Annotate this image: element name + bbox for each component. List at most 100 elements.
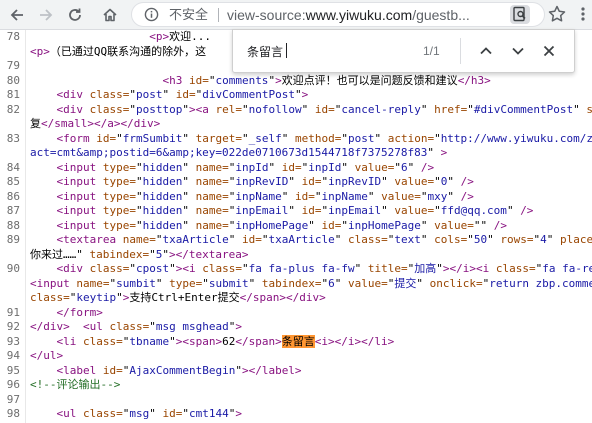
browser-toolbar: 不安全 view-source:www.yiwuku.com/guestb... (0, 0, 592, 30)
source-view[interactable]: 78 <p>欢迎... <p>（已通过QQ联系沟通的除外，这 79 80 <h3 id… (0, 30, 592, 423)
browser-menu-button[interactable] (574, 3, 592, 25)
find-next-button[interactable] (508, 41, 528, 61)
line-code: <li class="tbname"><span>62</span>条留言<i>… (56, 334, 395, 348)
line-code: <div class="cpost"><i class="fa fa-plus … (56, 262, 592, 275)
bookmark-button[interactable] (546, 3, 568, 25)
line-code: <p>欢迎... (149, 30, 211, 43)
find-previous-button[interactable] (476, 41, 496, 61)
line-number[interactable]: 98 (0, 407, 20, 422)
reload-icon (69, 8, 81, 21)
line-code: <h3 id="comments">欢迎点评！也可以是问题反馈和建议</h3> (162, 73, 491, 87)
url-text[interactable]: view-source:www.yiwuku.com/guestb... (227, 7, 470, 23)
line-number[interactable]: 92 (0, 320, 20, 335)
source-line: act=cmt&amp;postid=6&amp;key=022de071067… (0, 146, 592, 161)
line-code: <p>（已通过QQ联系沟通的除外，这 (30, 44, 207, 58)
address-bar[interactable]: 不安全 view-source:www.yiwuku.com/guestb... (131, 2, 545, 27)
security-label[interactable]: 不安全 (169, 7, 208, 23)
line-number[interactable]: 94 (0, 349, 20, 364)
line-code: act=cmt&amp;postid=6&amp;key=022de071067… (30, 146, 448, 159)
source-line: <input name="sumbit" type="submit" tabin… (0, 277, 592, 292)
source-line: 94 </ul> (0, 349, 592, 364)
chevron-up-icon (480, 47, 492, 55)
omnibox-divider (218, 8, 219, 22)
line-number[interactable]: 81 (0, 88, 20, 103)
more-vertical-icon (581, 7, 585, 21)
home-button[interactable] (98, 3, 122, 27)
line-number[interactable]: 82 (0, 103, 20, 118)
line-number[interactable]: 93 (0, 335, 20, 350)
line-number[interactable]: 85 (0, 175, 20, 190)
close-icon (543, 45, 555, 57)
source-line: 83 <form id="frmSumbit" target="_self" m… (0, 132, 592, 147)
text-caret (286, 43, 287, 58)
reload-button[interactable] (63, 3, 87, 27)
line-number[interactable]: 83 (0, 132, 20, 147)
source-line: 82 <div class="posttop"><a rel="nofollow… (0, 103, 592, 118)
line-number[interactable]: 80 (0, 74, 20, 89)
line-code: <input type="hidden" name="inpName" id="… (56, 189, 474, 203)
line-number[interactable]: 87 (0, 204, 20, 219)
source-line: 95 <label id="AjaxCommentBegin"></label> (0, 364, 592, 379)
source-line: 85 <input type="hidden" name="inpRevID" … (0, 175, 592, 190)
find-icon (513, 6, 526, 22)
line-code: <div class="post" id="divCommentPost"> (56, 88, 309, 101)
line-number[interactable]: 90 (0, 262, 20, 277)
source-line: 81 <div class="post" id="divCommentPost"… (0, 88, 592, 103)
info-icon[interactable] (144, 7, 159, 22)
forward-button[interactable] (34, 3, 58, 27)
line-code: 你来过……" tabindex="5"></textarea> (30, 247, 249, 261)
url-host: www.yiwuku.com (305, 7, 413, 23)
source-line: 92 </div> <ul class="msg msghead"> (0, 320, 592, 335)
line-code: <div class="posttop"><a rel="nofollow" i… (56, 102, 592, 116)
line-number[interactable]: 95 (0, 364, 20, 379)
line-number[interactable]: 89 (0, 233, 20, 248)
find-bar-divider (460, 38, 461, 64)
line-code: <!--评论输出--> (30, 378, 121, 391)
source-line: class="keytip">支持Ctrl+Enter提交</span></di… (0, 291, 592, 306)
line-code: <form id="frmSumbit" target="_self" meth… (56, 131, 592, 145)
line-code: <ul class="msg" id="cmt144"> (56, 407, 243, 420)
line-number[interactable]: 91 (0, 306, 20, 321)
line-number[interactable]: 88 (0, 219, 20, 234)
line-number[interactable]: 97 (0, 393, 20, 408)
line-code: <input type="hidden" name="inpId" id="in… (56, 160, 435, 174)
line-number[interactable]: 86 (0, 190, 20, 205)
line-code: <input type="hidden" name="inpRevID" id=… (56, 175, 474, 188)
source-line: 93 <li class="tbname"><span>62</span>条留言… (0, 334, 592, 350)
line-code: <input name="sumbit" type="submit" tabin… (30, 276, 592, 290)
source-line: 80 <h3 id="comments">欢迎点评！也可以是问题反馈和建议</h… (0, 74, 592, 89)
source-line: 89 <textarea name="txaArticle" id="txaAr… (0, 233, 592, 248)
line-code: <label id="AjaxCommentBegin"></label> (56, 363, 302, 377)
source-line: 复</small></a></div> (0, 117, 592, 132)
line-code: <input type="hidden" name="inpHomePage" … (56, 218, 507, 232)
source-line: 你来过……" tabindex="5"></textarea> (0, 248, 592, 263)
find-input[interactable] (247, 42, 427, 60)
find-close-button[interactable] (539, 41, 559, 61)
source-line: 98 <ul class="msg" id="cmt144"> (0, 407, 592, 422)
source-line: 90 <div class="cpost"><i class="fa fa-pl… (0, 262, 592, 277)
line-code: <textarea name="txaArticle" id="txaArtic… (56, 233, 592, 246)
find-bar: 1/1 (232, 29, 575, 73)
source-line: 84 <input type="hidden" name="inpId" id=… (0, 161, 592, 176)
arrow-left-icon (10, 9, 23, 21)
line-code: class="keytip">支持Ctrl+Enter提交</span></di… (30, 291, 326, 304)
url-prefix: view-source: (227, 7, 306, 23)
back-button[interactable] (5, 3, 29, 27)
source-line: 88 <input type="hidden" name="inpHomePag… (0, 219, 592, 234)
home-icon (103, 8, 117, 22)
find-match-count: 1/1 (423, 44, 440, 58)
line-code: </form> (56, 305, 103, 319)
url-path: /guestb... (412, 7, 470, 23)
source-line: 86 <input type="hidden" name="inpName" i… (0, 190, 592, 205)
line-code: </div> <ul class="msg msghead"> (30, 320, 242, 333)
source-line: 96 <!--评论输出--> (0, 378, 592, 393)
line-number[interactable]: 78 (0, 30, 20, 45)
line-number[interactable]: 84 (0, 161, 20, 176)
chevron-down-icon (512, 47, 524, 55)
source-line: 91 </form> (0, 306, 592, 321)
line-number[interactable]: 79 (0, 59, 20, 74)
star-icon (548, 5, 566, 22)
line-number[interactable]: 96 (0, 378, 20, 393)
line-code: <input type="hidden" name="inpEmail" id=… (56, 204, 534, 217)
find-in-page-indicator[interactable] (510, 5, 530, 24)
